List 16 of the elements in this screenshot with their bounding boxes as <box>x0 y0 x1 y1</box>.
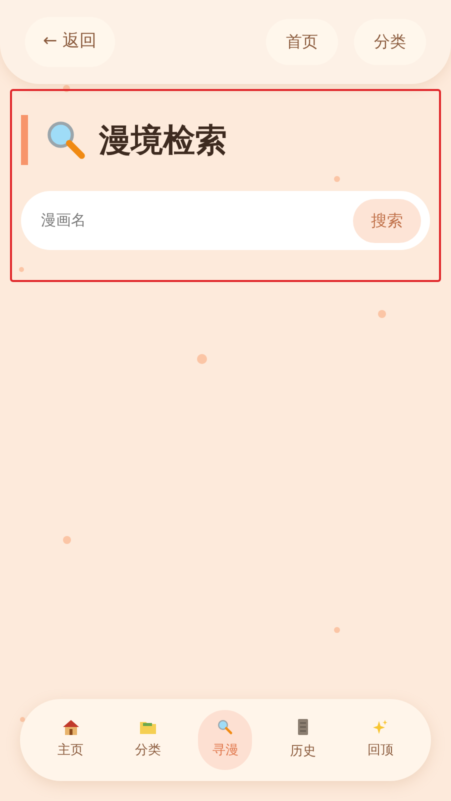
magnifier-icon <box>45 119 87 161</box>
accent-bar <box>21 115 28 165</box>
folder-icon <box>139 720 158 735</box>
nav-tab[interactable]: 分类 <box>121 710 176 770</box>
back-button[interactable]: ← 返回 <box>25 17 115 67</box>
house-icon <box>62 719 80 736</box>
nav-link[interactable]: 分类 <box>354 19 426 65</box>
nav-link[interactable]: 首页 <box>266 19 338 65</box>
section-title: 漫境检索 <box>99 120 227 161</box>
nav-tab[interactable]: 历史 <box>276 710 330 770</box>
magnifier-icon <box>217 719 234 736</box>
sparkle-icon <box>372 719 388 736</box>
search-button[interactable]: 搜索 <box>353 198 421 242</box>
search-field[interactable]: 漫画名 搜索 <box>21 191 430 250</box>
nav-tab[interactable]: 主页 <box>44 710 98 770</box>
nav-tab[interactable]: 回顶 <box>353 710 408 770</box>
